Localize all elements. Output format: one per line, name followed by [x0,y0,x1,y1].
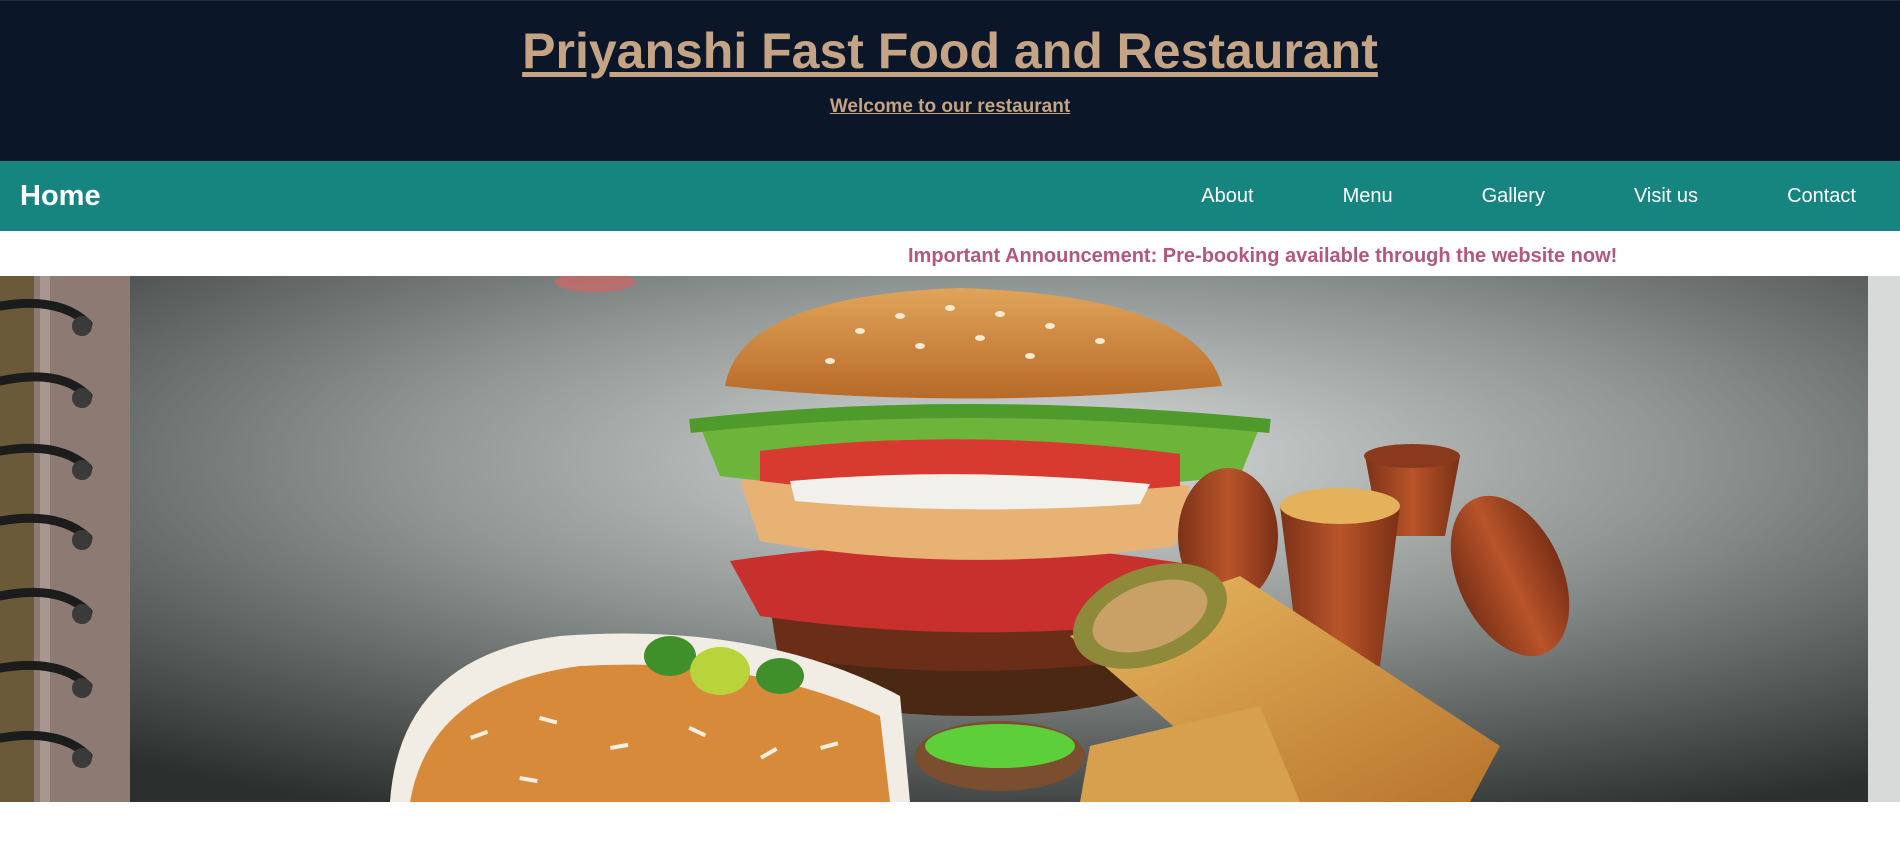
hero-image [0,276,1900,802]
nav-item: About [1156,161,1297,231]
nav-about-link[interactable]: About [1156,161,1297,231]
main-navbar: Home About Menu Gallery Visit us Contact [0,161,1900,231]
site-subtitle: Welcome to our restaurant [829,96,1071,117]
nav-item: Menu [1298,161,1437,231]
announcement-text: Important Announcement: Pre-booking avai… [908,245,1618,267]
nav-gallery-link[interactable]: Gallery [1437,161,1589,231]
nav-item: Visit us [1589,161,1742,231]
nav-home-link[interactable]: Home [20,161,101,231]
nav-visit-us-link[interactable]: Visit us [1589,161,1742,231]
nav-contact-link[interactable]: Contact [1742,161,1900,231]
nav-menu-link[interactable]: Menu [1298,161,1437,231]
site-title: Priyanshi Fast Food and Restaurant [522,23,1378,79]
nav-item: Contact [1742,161,1900,231]
site-header: Priyanshi Fast Food and Restaurant Welco… [0,0,1900,161]
announcement-bar: Important Announcement: Pre-booking avai… [0,231,1900,276]
nav-item: Gallery [1437,161,1589,231]
nav-links: About Menu Gallery Visit us Contact [1156,161,1900,231]
